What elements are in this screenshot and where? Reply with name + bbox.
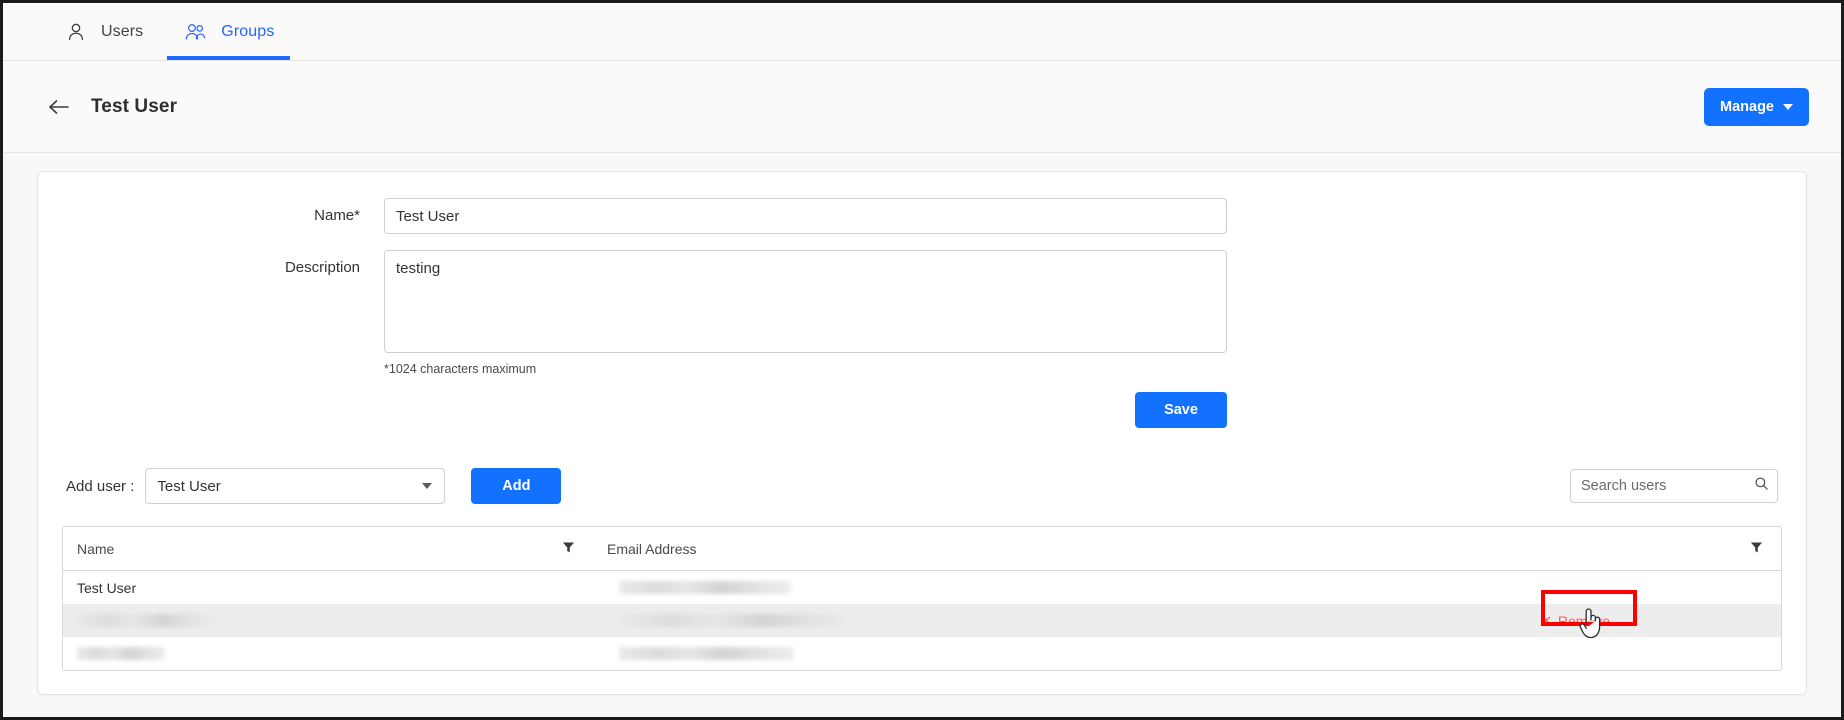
save-row: Save [384, 392, 1227, 428]
filter-funnel-icon[interactable] [1750, 541, 1763, 557]
redacted-email [619, 614, 857, 627]
group-detail-card: Name* Description *1024 characters maxim… [37, 171, 1807, 695]
name-label: Name* [314, 207, 360, 224]
remove-button-label: Remove [1557, 612, 1611, 629]
group-users-icon [183, 21, 207, 43]
chevron-down-icon [1783, 103, 1793, 110]
add-user-select-box[interactable]: Test User [145, 468, 446, 504]
add-user-bar: Add user : Test User Add [62, 468, 1782, 504]
add-user-select[interactable]: Test User [145, 468, 446, 504]
members-table: Name Email Address Test User ✕ Remove [62, 526, 1782, 671]
cell-action [1521, 637, 1781, 670]
redacted-name [77, 614, 219, 627]
cell-name: Test User [63, 571, 593, 604]
add-user-selected-value: Test User [157, 477, 221, 495]
tab-groups-underline [167, 56, 291, 60]
back-arrow-icon[interactable] [45, 93, 73, 121]
page-title: Test User [91, 95, 178, 117]
add-button[interactable]: Add [471, 468, 562, 504]
table-row[interactable]: Test User [63, 571, 1781, 604]
cell-action [1521, 571, 1781, 604]
description-hint: *1024 characters maximum [384, 362, 537, 376]
form-row-name: Name* [62, 198, 1782, 234]
save-button[interactable]: Save [1135, 392, 1227, 428]
tab-groups[interactable]: Groups [163, 3, 294, 60]
manage-button-label: Manage [1720, 98, 1774, 115]
search-users-input[interactable] [1570, 469, 1778, 503]
page-body: Name* Description *1024 characters maxim… [3, 153, 1841, 717]
tab-groups-label: Groups [221, 22, 275, 40]
redacted-email [619, 581, 791, 594]
column-header-name-label: Name [77, 540, 115, 557]
cell-email [593, 637, 1521, 670]
top-tab-bar: Users Groups [3, 3, 1841, 61]
cell-name [63, 637, 593, 670]
manage-button[interactable]: Manage [1704, 87, 1809, 126]
search-users-wrap [1570, 469, 1778, 503]
page-header: Test User Manage [3, 61, 1841, 153]
add-user-label: Add user : [66, 477, 135, 495]
column-header-email: Email Address [593, 527, 1781, 570]
redacted-name [77, 647, 165, 660]
remove-button[interactable]: ✕ Remove [1535, 611, 1616, 631]
table-row[interactable] [63, 637, 1781, 670]
column-header-name: Name [63, 527, 593, 570]
cell-email [593, 571, 1521, 604]
members-table-header: Name Email Address [63, 527, 1781, 571]
redacted-email [619, 647, 794, 660]
name-input[interactable] [384, 198, 1227, 234]
close-x-icon: ✕ [1541, 613, 1552, 628]
filter-funnel-icon[interactable] [562, 541, 575, 557]
cell-action: ✕ Remove [1521, 604, 1781, 637]
description-label: Description [284, 259, 360, 276]
tab-users-label: Users [101, 22, 144, 40]
cell-name-text: Test User [77, 579, 137, 596]
form-row-description: Description *1024 characters maximum [62, 250, 1782, 376]
table-row[interactable]: ✕ Remove [63, 604, 1781, 637]
description-textarea[interactable] [384, 250, 1227, 353]
tab-users[interactable]: Users [45, 3, 163, 60]
app-window: Users Groups Test User Manage Name* Test… [0, 0, 1844, 720]
column-header-email-label: Email Address [607, 540, 697, 557]
cell-name [63, 604, 593, 637]
single-user-icon [65, 21, 87, 43]
cell-email [593, 604, 1521, 637]
